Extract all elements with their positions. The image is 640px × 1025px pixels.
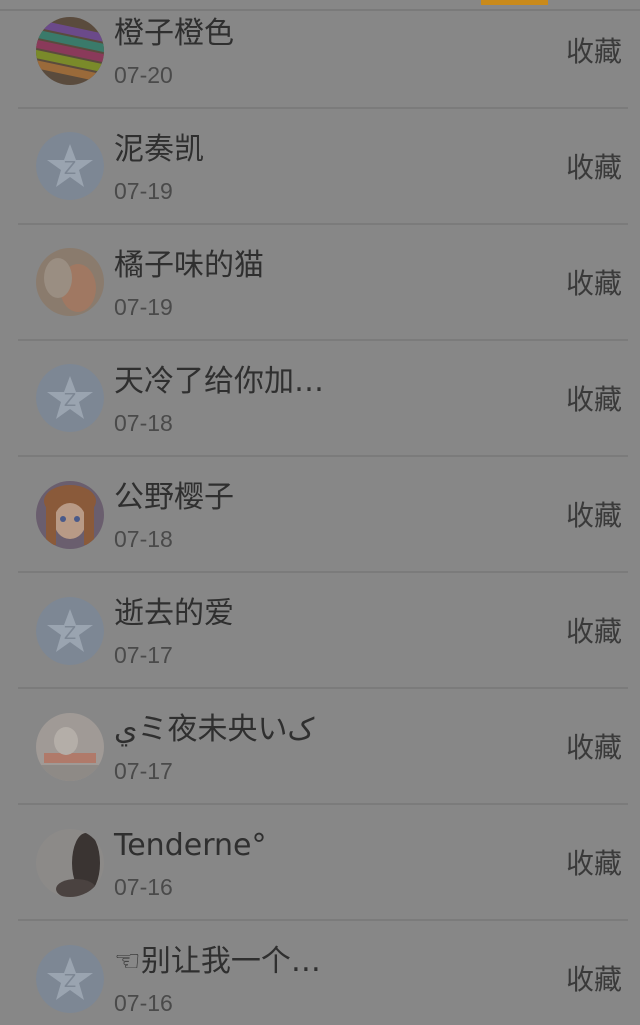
- avatar-portrait-photo[interactable]: [36, 248, 104, 316]
- contact-date: 07-18: [114, 526, 173, 552]
- favorite-button[interactable]: 收藏: [566, 728, 622, 768]
- favorite-button[interactable]: 收藏: [566, 496, 622, 536]
- contact-date: 07-16: [114, 990, 173, 1016]
- contact-name: 天冷了给你加…: [114, 364, 324, 399]
- favorite-button[interactable]: 收藏: [566, 960, 622, 1000]
- row-divider: [18, 107, 628, 109]
- avatar-anime-girl-photo[interactable]: [36, 481, 104, 549]
- row-divider: [18, 339, 628, 341]
- svg-text:Z: Z: [64, 158, 76, 179]
- contact-date: 07-20: [114, 62, 173, 88]
- favorite-button[interactable]: 收藏: [566, 148, 622, 188]
- row-divider: [18, 803, 628, 805]
- favorite-button[interactable]: 收藏: [566, 32, 622, 72]
- contact-date: 07-17: [114, 758, 173, 784]
- tab-indicator: [481, 0, 548, 5]
- contact-name: 泥奏凯: [114, 132, 204, 167]
- avatar-silhouette-photo[interactable]: [36, 829, 104, 897]
- contact-name: 逝去的爱: [114, 596, 234, 631]
- contact-date: 07-16: [114, 874, 173, 900]
- svg-text:Z: Z: [64, 623, 76, 644]
- svg-text:Z: Z: [64, 971, 76, 992]
- contact-name: 公野樱子: [114, 480, 234, 515]
- row-divider: [18, 223, 628, 225]
- contacts-page: 橙子橙色 07-20 收藏 Z 泥奏凯 07-19 收藏 橘子味的猫 07-19…: [0, 0, 640, 1025]
- svg-text:Z: Z: [64, 390, 76, 411]
- avatar-pencils-photo[interactable]: [36, 17, 104, 85]
- default-star-avatar-icon[interactable]: Z: [36, 132, 104, 200]
- avatar-bunny-photo[interactable]: [36, 713, 104, 781]
- contact-name: Tenderne°: [114, 828, 267, 863]
- row-divider: [18, 455, 628, 457]
- contact-date: 07-18: [114, 410, 173, 436]
- default-star-avatar-icon[interactable]: Z: [36, 597, 104, 665]
- row-divider: [18, 687, 628, 689]
- contact-date: 07-19: [114, 178, 173, 204]
- contact-name: 橙子橙色: [114, 16, 234, 51]
- favorite-button[interactable]: 收藏: [566, 844, 622, 884]
- default-star-avatar-icon[interactable]: Z: [36, 945, 104, 1013]
- default-star-avatar-icon[interactable]: Z: [36, 364, 104, 432]
- top-divider: [0, 9, 640, 11]
- row-divider: [18, 919, 628, 921]
- contact-date: 07-17: [114, 642, 173, 668]
- contact-date: 07-19: [114, 294, 173, 320]
- contact-name: 橘子味的猫: [114, 248, 264, 283]
- contact-name: ☜别让我一个…: [114, 944, 321, 979]
- favorite-button[interactable]: 收藏: [566, 264, 622, 304]
- row-divider: [18, 571, 628, 573]
- favorite-button[interactable]: 收藏: [566, 380, 622, 420]
- contact-name: ﻱミ夜未央いک: [114, 712, 315, 747]
- favorite-button[interactable]: 收藏: [566, 612, 622, 652]
